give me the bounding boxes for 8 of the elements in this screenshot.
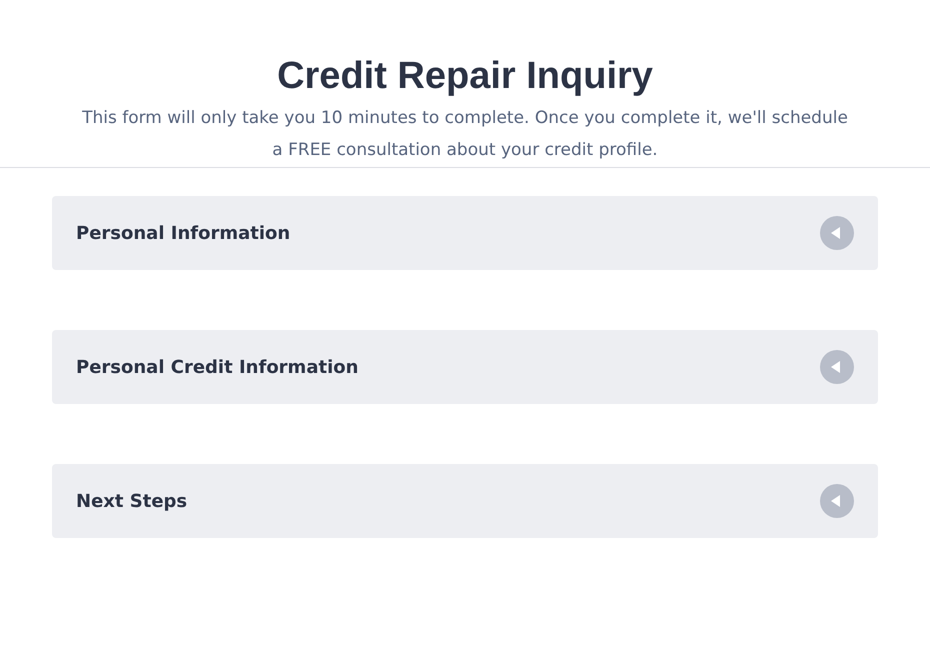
- section-header[interactable]: Next Steps: [52, 464, 878, 538]
- collapse-toggle-icon[interactable]: [820, 216, 854, 250]
- collapse-toggle-icon[interactable]: [820, 484, 854, 518]
- section-header[interactable]: Personal Credit Information: [52, 330, 878, 404]
- form-title: Credit Repair Inquiry: [277, 54, 653, 99]
- form-description: This form will only take you 10 minutes to complete. Once you complete it, we'll schedule a FREE consultation about your credit profile.: [81, 107, 849, 162]
- section-header[interactable]: Personal Information: [52, 196, 878, 270]
- collapse-toggle-icon[interactable]: [820, 350, 854, 384]
